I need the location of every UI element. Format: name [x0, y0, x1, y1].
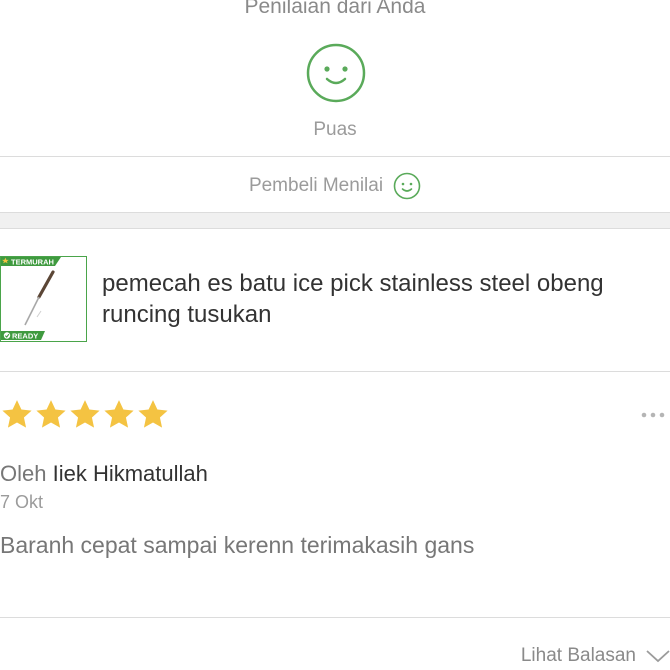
- star-icon: [70, 400, 100, 428]
- buyer-rating-label: Pembeli Menilai: [248, 175, 384, 196]
- rating-label: Puas: [313, 119, 357, 140]
- by-label: Oleh: [0, 461, 47, 486]
- badge-termurah: TERMURAH: [11, 258, 54, 267]
- review-text: Baranh cepat sampai kerenn terimakasih g…: [0, 532, 475, 558]
- star-icon: [2, 400, 32, 428]
- reviewer-name[interactable]: Iiek Hikmatullah: [53, 461, 208, 486]
- view-replies-label: Lihat Balasan: [520, 645, 636, 666]
- divider: [0, 156, 670, 157]
- reviewer-line: Oleh Iiek Hikmatullah: [0, 460, 208, 488]
- product-name[interactable]: pemecah es batu ice pick stainless steel…: [102, 268, 662, 330]
- more-horizontal-icon[interactable]: [640, 410, 666, 420]
- star-icon: [104, 400, 134, 428]
- smiley-face-icon: [393, 172, 421, 200]
- badge-ready: READY: [12, 332, 38, 341]
- divider: [0, 617, 670, 618]
- star-icon: [36, 400, 66, 428]
- section-separator: [0, 212, 670, 229]
- divider: [0, 371, 670, 372]
- buyer-rating-row: Pembeli Menilai: [0, 170, 670, 202]
- ice-pick-image: TERMURAH READY: [1, 257, 61, 341]
- view-replies-button[interactable]: Lihat Balasan: [521, 643, 670, 669]
- smiley-face-icon: [306, 43, 366, 103]
- review-date: 7 Okt: [0, 492, 44, 512]
- star-rating: [0, 398, 170, 434]
- star-icon: [138, 400, 168, 428]
- product-thumbnail[interactable]: TERMURAH READY: [0, 256, 87, 342]
- chevron-down-icon: [646, 650, 670, 663]
- page-title: Penilaian dari Anda: [244, 0, 426, 18]
